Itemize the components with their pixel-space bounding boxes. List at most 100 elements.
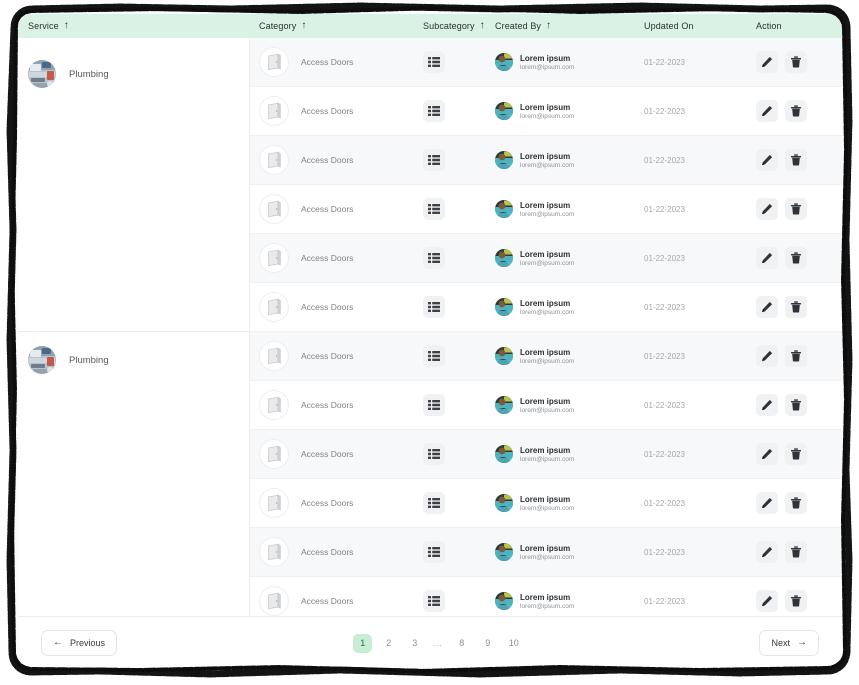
service-cell[interactable]: Plumbing [18,346,109,374]
list-view-icon[interactable] [423,541,445,563]
table-rows-container: Access Doors Lorem ipsum lorem@ipsum.com 01… [250,38,842,626]
page-number-button[interactable]: 10 [504,634,523,653]
page-number-button[interactable]: 8 [452,634,471,653]
created-by-email: lorem@ipsum.com [520,602,575,610]
pencil-icon[interactable] [756,149,778,171]
next-page-button[interactable]: Next → [759,630,819,656]
list-view-icon[interactable] [423,394,445,416]
table-row[interactable]: Access Doors Lorem ipsum lorem@ipsum.com 01… [250,528,842,577]
pencil-icon[interactable] [756,51,778,73]
pencil-icon[interactable] [756,247,778,269]
list-view-icon[interactable] [423,247,445,269]
trash-icon[interactable] [785,51,807,73]
category-cell: Access Doors [250,430,418,478]
table-row[interactable]: Access Doors Lorem ipsum lorem@ipsum.com 01… [250,381,842,430]
table-row[interactable]: Access Doors Lorem ipsum lorem@ipsum.com 01… [250,136,842,185]
created-by-text: Lorem ipsum lorem@ipsum.com [520,250,574,267]
table-row[interactable]: Access Doors Lorem ipsum lorem@ipsum.com 01… [250,38,842,87]
column-header-created-by[interactable]: Created By ↑ [492,21,642,32]
table-row[interactable]: Access Doors Lorem ipsum lorem@ipsum.com 01… [250,430,842,479]
trash-icon[interactable] [785,345,807,367]
column-header-created-by-label: Created By [495,21,542,31]
list-view-icon[interactable] [423,492,445,514]
trash-icon[interactable] [785,149,807,171]
service-group: Plumbing [18,38,249,332]
subcategory-cell [418,430,492,478]
table-row[interactable]: Access Doors Lorem ipsum lorem@ipsum.com 01… [250,234,842,283]
pencil-icon[interactable] [756,296,778,318]
pencil-icon[interactable] [756,492,778,514]
trash-icon[interactable] [785,492,807,514]
service-cell[interactable]: Plumbing [18,60,109,88]
created-by-email: lorem@ipsum.com [520,553,575,561]
list-view-icon[interactable] [423,149,445,171]
table-row[interactable]: Access Doors Lorem ipsum lorem@ipsum.com 01… [250,479,842,528]
table-row[interactable]: Access Doors Lorem ipsum lorem@ipsum.com 01… [250,283,842,332]
trash-icon[interactable] [785,443,807,465]
created-by-text: Lorem ipsum lorem@ipsum.com [520,201,574,218]
list-view-icon[interactable] [423,100,445,122]
trash-icon[interactable] [785,590,807,612]
pencil-icon[interactable] [756,100,778,122]
column-header-category[interactable]: Category ↑ [250,21,418,32]
pencil-icon[interactable] [756,198,778,220]
created-by-name: Lorem ipsum [520,396,571,406]
page-number-button[interactable]: 3 [405,634,424,653]
trash-icon[interactable] [785,247,807,269]
page-number-list: 1 2 3 … 8 9 10 [117,633,759,653]
avatar [495,543,513,561]
created-by-name: Lorem ipsum [520,249,571,259]
list-view-icon[interactable] [423,51,445,73]
table-row[interactable]: Access Doors Lorem ipsum lorem@ipsum.com 01… [250,185,842,234]
category-label: Access Doors [301,400,354,410]
sort-arrow-up-icon[interactable]: ↑ [301,21,306,31]
column-header-service[interactable]: Service ↑ [18,21,250,32]
avatar [495,592,513,610]
created-by-cell: Lorem ipsum lorem@ipsum.com [492,185,642,233]
pencil-icon[interactable] [756,590,778,612]
subcategory-cell [418,381,492,429]
list-view-icon[interactable] [423,345,445,367]
sort-arrow-up-icon[interactable]: ↑ [64,21,69,31]
trash-icon[interactable] [785,394,807,416]
page-number-button[interactable]: 1 [353,633,373,653]
trash-icon[interactable] [785,198,807,220]
column-header-subcategory[interactable]: Subcategory ↑ [418,21,492,32]
created-by-text: Lorem ipsum lorem@ipsum.com [520,397,574,414]
created-by-email: lorem@ipsum.com [520,308,575,316]
list-view-icon[interactable] [423,198,445,220]
table-row[interactable]: Access Doors Lorem ipsum lorem@ipsum.com 01… [250,332,842,381]
action-cell [756,381,842,429]
table-header-row: Service ↑ Category ↑ Subcategory ↑ Creat… [18,14,842,38]
created-by-text: Lorem ipsum lorem@ipsum.com [520,54,574,71]
avatar [495,298,513,316]
trash-icon[interactable] [785,100,807,122]
access-door-thumbnail-icon [259,194,289,224]
trash-icon[interactable] [785,541,807,563]
pagination-ellipsis: … [433,638,444,648]
page-number-button[interactable]: 9 [478,634,497,653]
pencil-icon[interactable] [756,394,778,416]
created-by-name: Lorem ipsum [520,592,571,602]
page-number-button[interactable]: 2 [379,634,398,653]
updated-on-cell: 01-22-2023 [644,106,685,116]
access-door-thumbnail-icon [259,439,289,469]
trash-icon[interactable] [785,296,807,318]
sort-arrow-up-icon[interactable]: ↑ [546,21,551,31]
subcategory-cell [418,332,492,380]
subcategory-cell [418,136,492,184]
sort-arrow-up-icon[interactable]: ↑ [480,21,485,31]
created-by-email: lorem@ipsum.com [520,504,575,512]
access-door-thumbnail-icon [259,488,289,518]
list-view-icon[interactable] [423,443,445,465]
list-view-icon[interactable] [423,296,445,318]
pencil-icon[interactable] [756,443,778,465]
updated-on-cell: 01-22-2023 [644,351,685,361]
list-view-icon[interactable] [423,590,445,612]
table-row[interactable]: Access Doors Lorem ipsum lorem@ipsum.com 01… [250,87,842,136]
previous-page-button[interactable]: ← Previous [41,630,118,656]
pencil-icon[interactable] [756,345,778,367]
created-by-name: Lorem ipsum [520,151,571,161]
pencil-icon[interactable] [756,541,778,563]
created-by-text: Lorem ipsum lorem@ipsum.com [520,348,574,365]
